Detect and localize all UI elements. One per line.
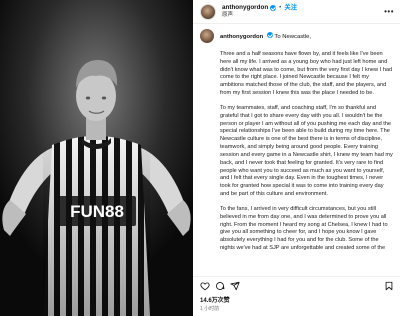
caption-title: To Newcastle,: [274, 34, 312, 40]
comment-icon[interactable]: [215, 281, 225, 291]
caption-paragraph: Three and a half seasons have flown by, …: [220, 51, 393, 97]
heart-icon[interactable]: [200, 281, 210, 291]
post-detail-panel: anthonygordon • 关注 原声 ••• anthonygordon …: [193, 0, 400, 316]
post-header: anthonygordon • 关注 原声 •••: [193, 0, 400, 24]
more-options-icon[interactable]: •••: [384, 8, 394, 16]
separator-dot: •: [279, 3, 282, 11]
avatar[interactable]: [200, 3, 216, 20]
player-photo: FUN88: [0, 0, 193, 316]
follow-button[interactable]: 关注: [284, 4, 297, 11]
post-photo: FUN88: [0, 0, 193, 316]
like-count[interactable]: 14.6万次赞: [200, 295, 230, 304]
caption-text: Three and a half seasons have flown by, …: [220, 51, 394, 251]
shirt-sponsor-text: FUN88: [70, 202, 124, 221]
caption-paragraph: To the fans, I arrived in very difficult…: [220, 205, 388, 251]
audio-label[interactable]: 原声: [222, 12, 297, 19]
share-icon[interactable]: [230, 281, 240, 291]
post-timestamp[interactable]: 1 小时前: [200, 305, 219, 312]
action-bar: [193, 276, 400, 291]
username-link[interactable]: anthonygordon: [222, 4, 268, 11]
verified-icon: [266, 32, 273, 38]
bookmark-icon[interactable]: [384, 281, 394, 291]
caption-paragraph: To my teammates, staff, and coaching sta…: [220, 104, 393, 198]
verified-icon: [270, 4, 277, 11]
caption-avatar[interactable]: [200, 29, 214, 43]
caption-scroll[interactable]: anthonygordon To Newcastle, Three and a …: [193, 29, 400, 251]
caption-username[interactable]: anthonygordon: [220, 34, 263, 40]
